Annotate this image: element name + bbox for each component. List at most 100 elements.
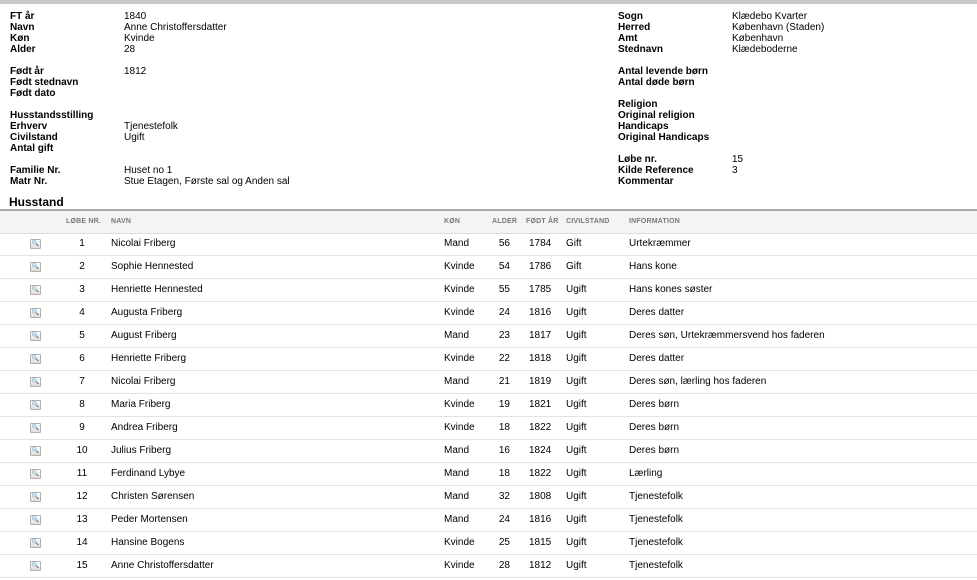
cell-alder: 16 bbox=[498, 445, 510, 456]
magnifier-icon[interactable]: 🔍 bbox=[30, 561, 41, 571]
cell-navn[interactable]: Peder Mortensen bbox=[111, 509, 188, 531]
column-header-kon[interactable]: KØN bbox=[444, 211, 460, 232]
detail-value: Ugift bbox=[124, 132, 145, 143]
cell-kon: Mand bbox=[444, 376, 470, 387]
cell-information: Hans kone bbox=[629, 261, 677, 272]
cell-information: Deres datter bbox=[629, 353, 685, 364]
cell-kon: Mand bbox=[444, 330, 470, 341]
cell-information: Lærling bbox=[629, 468, 663, 479]
detail-value: 15 bbox=[732, 154, 744, 165]
magnifier-icon[interactable]: 🔍 bbox=[30, 239, 41, 249]
cell-navn[interactable]: August Friberg bbox=[111, 325, 177, 347]
detail-label: Født år bbox=[10, 66, 44, 77]
column-header-information[interactable]: INFORMATION bbox=[629, 211, 680, 232]
magnifier-icon[interactable]: 🔍 bbox=[30, 377, 41, 387]
detail-value: København (Staden) bbox=[732, 22, 825, 33]
column-header-civilstand[interactable]: CIVILSTAND bbox=[566, 211, 609, 232]
table-row[interactable]: 🔍 9 Andrea Friberg Kvinde 18 1822 Ugift Deres b… bbox=[0, 417, 977, 440]
cell-navn[interactable]: Henriette Hennested bbox=[111, 279, 203, 301]
cell-kon: Kvinde bbox=[444, 353, 475, 364]
detail-label: Herred bbox=[618, 22, 651, 33]
column-header-navn[interactable]: NAVN bbox=[111, 211, 131, 232]
cell-alder: 56 bbox=[498, 238, 510, 249]
cell-civilstand: Ugift bbox=[566, 422, 587, 433]
cell-alder: 54 bbox=[498, 261, 510, 272]
detail-label: Religion bbox=[618, 99, 658, 110]
table-row[interactable]: 🔍 1 Nicolai Friberg Mand 56 1784 Gift Urtekræmm… bbox=[0, 233, 977, 256]
detail-label: Original religion bbox=[618, 110, 695, 121]
cell-alder: 32 bbox=[498, 491, 510, 502]
cell-navn[interactable]: Andrea Friberg bbox=[111, 417, 178, 439]
cell-navn[interactable]: Nicolai Friberg bbox=[111, 233, 175, 255]
magnifier-icon[interactable]: 🔍 bbox=[30, 331, 41, 341]
column-header-fodt-ar[interactable]: FØDT ÅR bbox=[526, 211, 559, 232]
table-row[interactable]: 🔍 4 Augusta Friberg Kvinde 24 1816 Ugift Deres … bbox=[0, 302, 977, 325]
magnifier-icon[interactable]: 🔍 bbox=[30, 400, 41, 410]
cell-navn[interactable]: Nicolai Friberg bbox=[111, 371, 175, 393]
cell-civilstand: Ugift bbox=[566, 399, 587, 410]
magnifier-icon[interactable]: 🔍 bbox=[30, 262, 41, 272]
magnifier-icon[interactable]: 🔍 bbox=[30, 308, 41, 318]
detail-value: Klædeboderne bbox=[732, 44, 798, 55]
magnifier-icon[interactable]: 🔍 bbox=[30, 538, 41, 548]
cell-lobe-nr: 4 bbox=[79, 307, 85, 318]
cell-lobe-nr: 6 bbox=[79, 353, 85, 364]
cell-information: Tjenestefolk bbox=[629, 537, 683, 548]
magnifier-icon[interactable]: 🔍 bbox=[30, 492, 41, 502]
cell-civilstand: Ugift bbox=[566, 537, 587, 548]
cell-navn[interactable]: Anne Christoffersdatter bbox=[111, 555, 214, 577]
cell-kon: Kvinde bbox=[444, 284, 475, 295]
cell-navn[interactable]: Hansine Bogens bbox=[111, 532, 184, 554]
cell-kon: Mand bbox=[444, 514, 470, 525]
detail-value: Klædebo Kvarter bbox=[732, 11, 808, 22]
cell-fodt-ar: 1816 bbox=[529, 514, 552, 525]
magnifier-icon[interactable]: 🔍 bbox=[30, 354, 41, 364]
column-header-alder[interactable]: ALDER bbox=[492, 211, 517, 232]
table-row[interactable]: 🔍 10 Julius Friberg Mand 16 1824 Ugift Deres bø… bbox=[0, 440, 977, 463]
detail-label: Kilde Reference bbox=[618, 165, 694, 176]
detail-value: 28 bbox=[124, 44, 136, 55]
table-row[interactable]: 🔍 5 August Friberg Mand 23 1817 Ugift Deres søn… bbox=[0, 325, 977, 348]
table-row[interactable]: 🔍 7 Nicolai Friberg Mand 21 1819 Ugift Deres sø… bbox=[0, 371, 977, 394]
table-row[interactable]: 🔍 6 Henriette Friberg Kvinde 22 1818 Ugift Dere… bbox=[0, 348, 977, 371]
cell-alder: 21 bbox=[498, 376, 510, 387]
table-row[interactable]: 🔍 11 Ferdinand Lybye Mand 18 1822 Ugift Lærling bbox=[0, 463, 977, 486]
cell-alder: 55 bbox=[498, 284, 510, 295]
cell-kon: Kvinde bbox=[444, 560, 475, 571]
table-row[interactable]: 🔍 3 Henriette Hennested Kvinde 55 1785 Ugift Ha… bbox=[0, 279, 977, 302]
cell-alder: 23 bbox=[498, 330, 510, 341]
magnifier-icon[interactable]: 🔍 bbox=[30, 423, 41, 433]
cell-information: Deres søn, lærling hos faderen bbox=[629, 376, 767, 387]
cell-information: Urtekræmmer bbox=[629, 238, 691, 249]
cell-fodt-ar: 1784 bbox=[529, 238, 552, 249]
table-row[interactable]: 🔍 14 Hansine Bogens Kvinde 25 1815 Ugift Tjenes… bbox=[0, 532, 977, 555]
table-row[interactable]: 🔍 12 Christen Sørensen Mand 32 1808 Ugift Tjene… bbox=[0, 486, 977, 509]
magnifier-icon[interactable]: 🔍 bbox=[30, 515, 41, 525]
table-row[interactable]: 🔍 8 Maria Friberg Kvinde 19 1821 Ugift Deres bø… bbox=[0, 394, 977, 417]
magnifier-icon[interactable]: 🔍 bbox=[30, 469, 41, 479]
cell-information: Hans kones søster bbox=[629, 284, 713, 295]
cell-navn[interactable]: Henriette Friberg bbox=[111, 348, 186, 370]
table-row[interactable]: 🔍 15 Anne Christoffersdatter Kvinde 28 1812 Ug… bbox=[0, 555, 977, 578]
cell-navn[interactable]: Sophie Hennested bbox=[111, 256, 193, 278]
detail-label: Erhverv bbox=[10, 121, 48, 132]
cell-fodt-ar: 1819 bbox=[529, 376, 552, 387]
cell-civilstand: Ugift bbox=[566, 376, 587, 387]
cell-navn[interactable]: Christen Sørensen bbox=[111, 486, 194, 508]
cell-navn[interactable]: Augusta Friberg bbox=[111, 302, 182, 324]
table-row[interactable]: 🔍 2 Sophie Hennested Kvinde 54 1786 Gift Hans k… bbox=[0, 256, 977, 279]
table-row[interactable]: 🔍 13 Peder Mortensen Mand 24 1816 Ugift Tjenest… bbox=[0, 509, 977, 532]
column-header-lobe-nr[interactable]: LØBE NR. bbox=[66, 211, 101, 232]
cell-kon: Kvinde bbox=[444, 307, 475, 318]
detail-label: Født dato bbox=[10, 88, 56, 99]
magnifier-icon[interactable]: 🔍 bbox=[30, 285, 41, 295]
detail-label: Antal gift bbox=[10, 143, 54, 154]
cell-navn[interactable]: Ferdinand Lybye bbox=[111, 463, 185, 485]
cell-information: Deres børn bbox=[629, 422, 680, 433]
magnifier-icon[interactable]: 🔍 bbox=[30, 446, 41, 456]
cell-navn[interactable]: Julius Friberg bbox=[111, 440, 171, 462]
detail-label: Sogn bbox=[618, 11, 643, 22]
cell-navn[interactable]: Maria Friberg bbox=[111, 394, 170, 416]
cell-fodt-ar: 1822 bbox=[529, 468, 552, 479]
detail-value: Anne Christoffersdatter bbox=[124, 22, 227, 33]
